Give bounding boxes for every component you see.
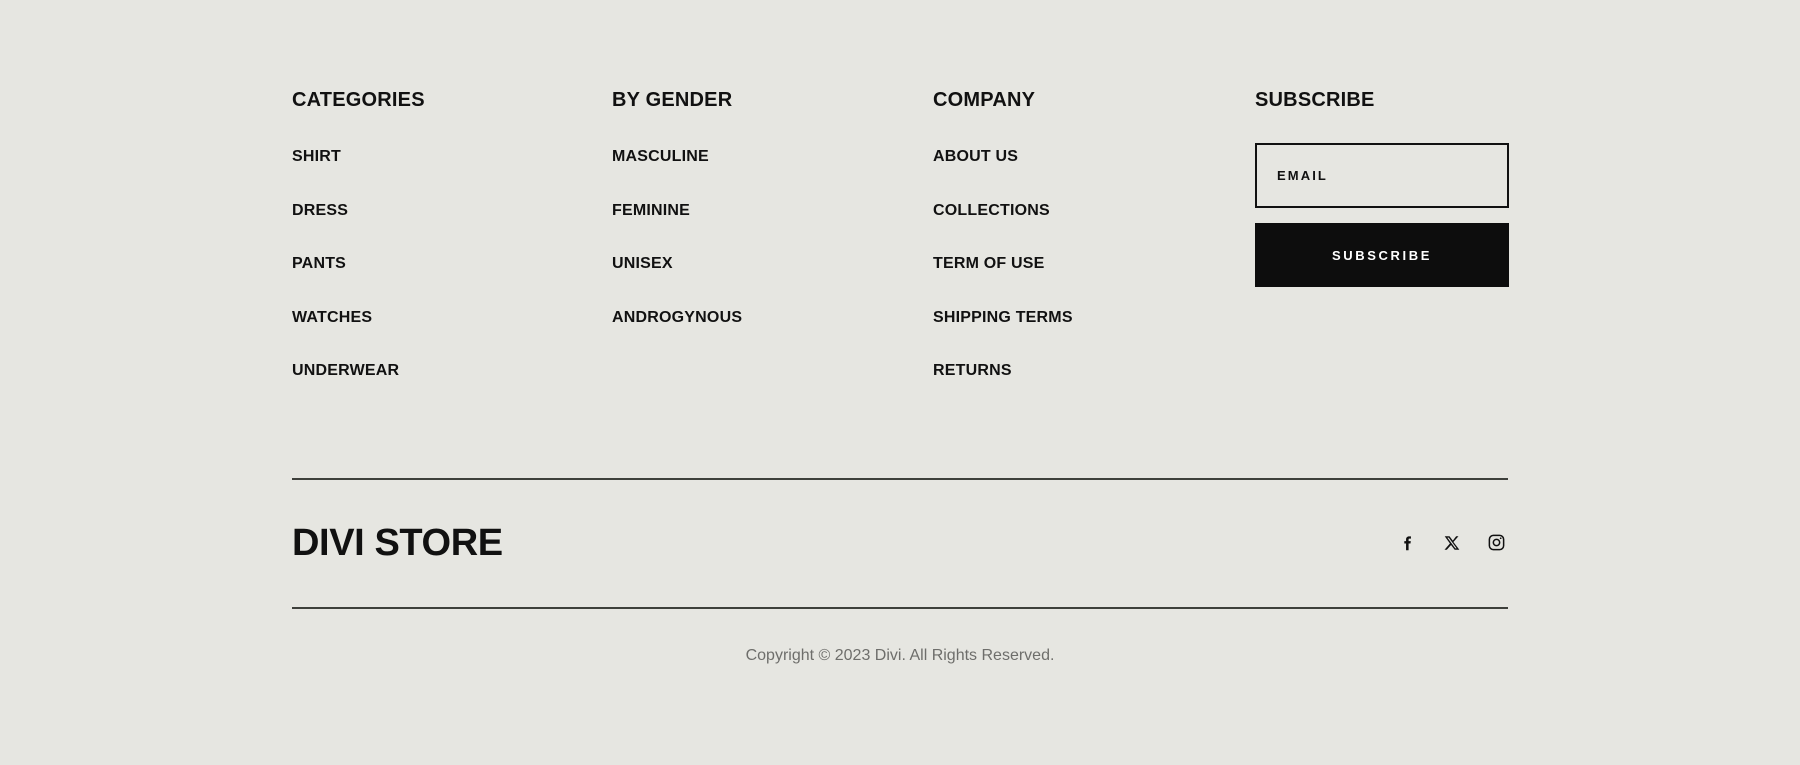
footer-divider-bottom <box>292 607 1508 609</box>
x-twitter-icon <box>1443 534 1461 552</box>
footer-link-underwear[interactable]: UNDERWEAR <box>292 363 399 379</box>
footer-link-unisex[interactable]: UNISEX <box>612 256 673 272</box>
site-footer: CATEGORIES SHIRT DRESS PANTS WATCHES UND… <box>0 0 1800 765</box>
footer-link-pants[interactable]: PANTS <box>292 256 346 272</box>
subscribe-form: SUBSCRIBE <box>1255 143 1509 287</box>
list-item: UNISEX <box>612 255 933 273</box>
footer-link-shipping-terms[interactable]: SHIPPING TERMS <box>933 309 1073 326</box>
list-item: TERM OF USE <box>933 255 1255 273</box>
footer-link-shirt[interactable]: SHIRT <box>292 149 341 165</box>
copyright-text: Copyright © 2023 Divi. All Rights Reserv… <box>745 647 1055 664</box>
list-item: FEMININE <box>612 202 933 220</box>
list-item: UNDERWEAR <box>292 362 612 380</box>
list-item: RETURNS <box>933 362 1255 380</box>
facebook-icon <box>1399 533 1418 552</box>
footer-link-feminine[interactable]: FEMININE <box>612 202 690 219</box>
footer-link-collections[interactable]: COLLECTIONS <box>933 202 1050 219</box>
column-heading-company: COMPANY <box>933 89 1036 111</box>
list-item: SHIRT <box>292 148 612 166</box>
footer-link-about-us[interactable]: ABOUT US <box>933 149 1018 165</box>
column-heading-by-gender: BY GENDER <box>612 89 733 111</box>
list-item: COLLECTIONS <box>933 202 1255 220</box>
footer-link-returns[interactable]: RETURNS <box>933 363 1012 379</box>
instagram-icon <box>1487 533 1506 552</box>
footer-column-categories: CATEGORIES SHIRT DRESS PANTS WATCHES UND… <box>292 90 612 380</box>
social-links <box>1398 533 1508 553</box>
email-input[interactable] <box>1255 143 1509 208</box>
column-heading-categories: CATEGORIES <box>292 89 425 111</box>
list-item: MASCULINE <box>612 148 933 166</box>
footer-link-masculine[interactable]: MASCULINE <box>612 149 709 165</box>
subscribe-button[interactable]: SUBSCRIBE <box>1255 223 1509 287</box>
footer-link-term-of-use[interactable]: TERM OF USE <box>933 256 1045 272</box>
link-list-categories: SHIRT DRESS PANTS WATCHES UNDERWEAR <box>292 148 612 380</box>
footer-column-by-gender: BY GENDER MASCULINE FEMININE UNISEX ANDR… <box>612 90 933 380</box>
link-list-by-gender: MASCULINE FEMININE UNISEX ANDROGYNOUS <box>612 148 933 327</box>
footer-link-watches[interactable]: WATCHES <box>292 309 372 326</box>
footer-column-subscribe: SUBSCRIBE SUBSCRIBE <box>1255 89 1509 380</box>
footer-link-dress[interactable]: DRESS <box>292 202 348 219</box>
list-item: ANDROGYNOUS <box>612 309 933 327</box>
list-item: DRESS <box>292 202 612 220</box>
footer-inner: CATEGORIES SHIRT DRESS PANTS WATCHES UND… <box>292 0 1509 765</box>
list-item: ABOUT US <box>933 148 1255 166</box>
social-link-facebook[interactable] <box>1398 533 1418 553</box>
footer-link-columns: CATEGORIES SHIRT DRESS PANTS WATCHES UND… <box>292 89 1509 380</box>
brand-logo-text: DIVI STORE <box>292 521 503 564</box>
social-link-instagram[interactable] <box>1486 533 1506 553</box>
footer-column-company: COMPANY ABOUT US COLLECTIONS TERM OF USE… <box>933 90 1255 380</box>
footer-link-androgynous[interactable]: ANDROGYNOUS <box>612 309 742 326</box>
column-heading-subscribe: SUBSCRIBE <box>1255 89 1375 111</box>
list-item: SHIPPING TERMS <box>933 309 1255 327</box>
social-link-x-twitter[interactable] <box>1442 533 1462 553</box>
list-item: PANTS <box>292 255 612 273</box>
link-list-company: ABOUT US COLLECTIONS TERM OF USE SHIPPIN… <box>933 148 1255 380</box>
footer-brand-row: DIVI STORE <box>292 478 1508 607</box>
list-item: WATCHES <box>292 309 612 327</box>
